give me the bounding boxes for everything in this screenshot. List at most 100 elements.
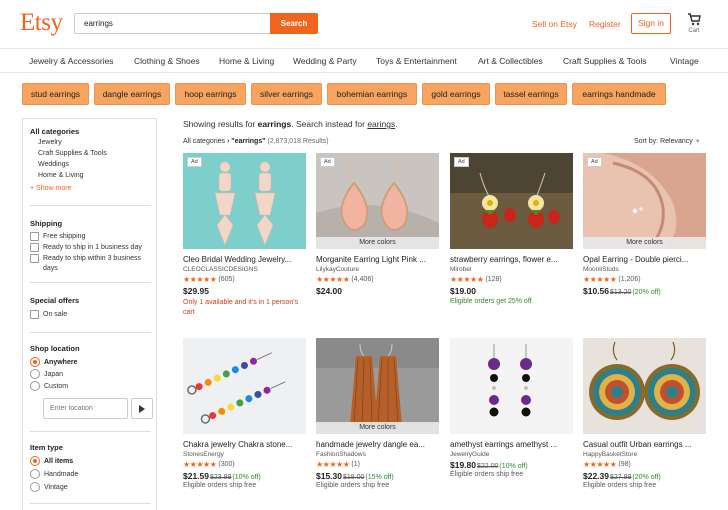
listing-card[interactable]: Chakra jewelry Chakra stone... StonesEne… <box>183 338 306 489</box>
more-colors-label[interactable]: More colors <box>316 422 439 434</box>
star-rating-icon: ★★★★★ <box>183 275 217 284</box>
location-submit-button[interactable] <box>131 398 153 419</box>
listing-title[interactable]: Opal Earring - Double pierci... <box>583 255 706 264</box>
checkbox[interactable] <box>30 232 39 241</box>
category-home-living[interactable]: Home & Living <box>219 56 274 66</box>
shipping-note: Eligible orders ship free <box>450 471 524 478</box>
listing-card[interactable]: Ad More colors Opal Earring - Double pie… <box>583 153 706 296</box>
ready-3-days-checkbox[interactable]: Ready to ship within 3 business days <box>30 254 153 273</box>
price: $29.95 <box>183 286 306 296</box>
sort-dropdown[interactable]: Sort by: Relevancy ▼ <box>634 138 701 145</box>
sell-on-etsy-link[interactable]: Sell on Etsy <box>532 19 577 29</box>
listing-title[interactable]: strawberry earrings, flower e... <box>450 255 573 264</box>
listing-image[interactable]: Ad <box>183 153 306 249</box>
listing-card[interactable]: More colors handmade jewelry dangle ea..… <box>316 338 439 489</box>
suggestion-hoop-earrings[interactable]: hoop earrings <box>175 83 246 105</box>
listing-title[interactable]: amethyst earrings amethyst ... <box>450 440 573 449</box>
rating: ★★★★★ (605) <box>183 275 306 284</box>
category-art-collectibles[interactable]: Art & Collectibles <box>478 56 543 66</box>
location-custom-radio[interactable]: Custom <box>30 381 68 391</box>
on-sale-checkbox[interactable]: On sale <box>30 310 153 320</box>
search-input[interactable] <box>74 13 271 34</box>
filter-category-home-living[interactable]: Home & Living <box>38 172 84 179</box>
all-categories-heading[interactable]: All categories <box>30 127 79 136</box>
location-input[interactable] <box>43 398 128 419</box>
more-colors-label[interactable]: More colors <box>316 237 439 249</box>
radio-selected[interactable] <box>30 357 40 367</box>
listing-card[interactable]: Ad Cleo Bridal Wedding Jewelry... CLEOCL… <box>183 153 306 318</box>
price: $19.80$22.00(10% off) <box>450 460 573 470</box>
listing-title[interactable]: Morganite Earring Light Pink ... <box>316 255 439 264</box>
listing-title[interactable]: Casual outfit Urban earrings ... <box>583 440 706 449</box>
suggestion-tassel-earrings[interactable]: tassel earrings <box>495 83 567 105</box>
category-jewelry-accessories[interactable]: Jewelry & Accessories <box>29 56 114 66</box>
radio[interactable] <box>30 381 40 391</box>
breadcrumb-category[interactable]: All categories <box>183 138 225 145</box>
radio-selected[interactable] <box>30 456 40 466</box>
price-value: $29.95 <box>183 286 209 296</box>
shop-name: LilykayCouture <box>316 266 359 273</box>
listing-image[interactable] <box>183 338 306 434</box>
item-type-heading: Item type <box>30 443 63 452</box>
checkbox-label: Ready to ship within 3 business days <box>43 255 142 272</box>
filter-category-craft-supplies[interactable]: Craft Supplies & Tools <box>38 150 107 157</box>
category-wedding-party[interactable]: Wedding & Party <box>293 56 357 66</box>
listing-title[interactable]: Chakra jewelry Chakra stone... <box>183 440 306 449</box>
register-link[interactable]: Register <box>589 19 621 29</box>
location-japan-radio[interactable]: Japan <box>30 369 63 379</box>
star-rating-icon: ★★★★★ <box>450 275 484 284</box>
suggestion-earrings-handmade[interactable]: earrings handmade <box>572 83 666 105</box>
chevron-right-icon: › <box>226 138 230 145</box>
promo-note: Eligible orders get 25% off <box>450 298 532 305</box>
suggestion-bohemian-earrings[interactable]: bohemian earrings <box>327 83 417 105</box>
suggestion-stud-earrings[interactable]: stud earrings <box>22 83 89 105</box>
radio[interactable] <box>30 469 40 479</box>
showing-results-text: Showing results for earrings. Search ins… <box>183 119 398 129</box>
category-vintage[interactable]: Vintage <box>670 56 699 66</box>
listing-card[interactable]: Ad More colors Morganite Earring Light P… <box>316 153 439 296</box>
more-colors-label[interactable]: More colors <box>583 237 706 249</box>
item-type-vintage-radio[interactable]: Vintage <box>30 482 68 492</box>
suggestion-gold-earrings[interactable]: gold earrings <box>422 83 490 105</box>
sign-in-button[interactable]: Sign in <box>631 13 671 34</box>
ad-badge: Ad <box>587 157 602 167</box>
suggestion-silver-earrings[interactable]: silver earrings <box>251 83 322 105</box>
category-clothing-shoes[interactable]: Clothing & Shoes <box>134 56 200 66</box>
checkbox[interactable] <box>30 243 39 252</box>
listing-title[interactable]: handmade jewelry dangle ea... <box>316 440 439 449</box>
price-value: $22.39 <box>583 471 609 481</box>
etsy-logo[interactable]: Etsy <box>20 9 63 37</box>
radio[interactable] <box>30 482 40 492</box>
listing-image[interactable]: Ad More colors <box>583 153 706 249</box>
listing-card[interactable]: Casual outfit Urban earrings ... HappyBa… <box>583 338 706 489</box>
review-count: (1) <box>351 461 360 468</box>
listing-title[interactable]: Cleo Bridal Wedding Jewelry... <box>183 255 306 264</box>
category-toys-entertainment[interactable]: Toys & Entertainment <box>376 56 457 66</box>
listing-image[interactable]: More colors <box>316 338 439 434</box>
radio[interactable] <box>30 369 40 379</box>
ready-1-day-checkbox[interactable]: Ready to ship in 1 business day <box>30 243 153 253</box>
instead-prefix: . Search instead for <box>291 119 365 129</box>
listing-image[interactable] <box>450 338 573 434</box>
suggestion-dangle-earrings[interactable]: dangle earrings <box>94 83 170 105</box>
listing-image[interactable]: Ad <box>450 153 573 249</box>
location-anywhere-radio[interactable]: Anywhere <box>30 357 77 367</box>
item-type-handmade-radio[interactable]: Handmade <box>30 469 78 479</box>
filter-category-weddings[interactable]: Weddings <box>38 161 69 168</box>
discount: (20% off) <box>632 474 661 481</box>
shipping-note: Eligible orders ship free <box>183 482 257 489</box>
listing-image[interactable]: Ad More colors <box>316 153 439 249</box>
category-craft-supplies[interactable]: Craft Supplies & Tools <box>563 56 646 66</box>
listing-card[interactable]: Ad strawberry earrings, flower e... Miro… <box>450 153 573 305</box>
checkbox[interactable] <box>30 310 39 319</box>
listing-image[interactable] <box>583 338 706 434</box>
checkbox[interactable] <box>30 254 39 263</box>
filter-category-jewelry[interactable]: Jewelry <box>38 139 62 146</box>
free-shipping-checkbox[interactable]: Free shipping <box>30 232 153 242</box>
show-more-link[interactable]: + Show more <box>30 185 71 192</box>
search-instead-link[interactable]: earings <box>367 119 395 129</box>
item-type-all-radio[interactable]: All items <box>30 456 73 466</box>
cart-button[interactable]: Cart <box>684 13 704 39</box>
listing-card[interactable]: amethyst earrings amethyst ... JewelryGu… <box>450 338 573 478</box>
search-button[interactable]: Search <box>270 13 318 34</box>
